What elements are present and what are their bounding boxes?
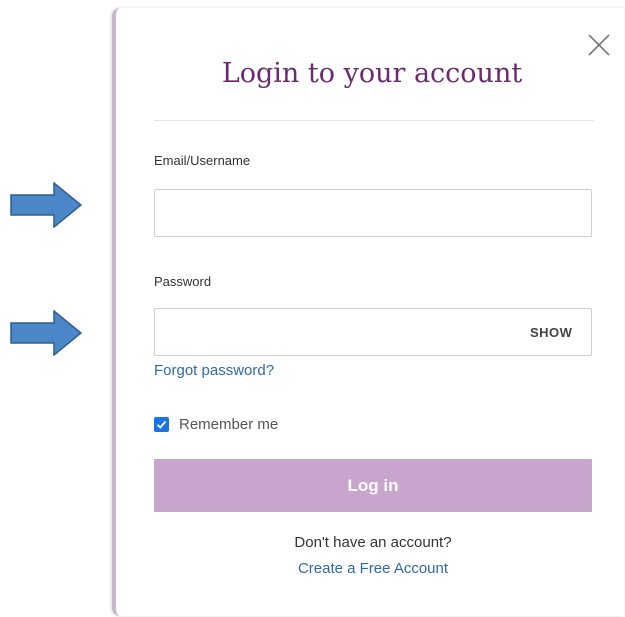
title-divider: [154, 120, 594, 121]
create-account-link[interactable]: Create a Free Account: [154, 560, 592, 577]
remember-me-row[interactable]: Remember me: [154, 416, 278, 433]
no-account-text: Don't have an account?: [294, 534, 452, 551]
email-field[interactable]: [154, 189, 592, 237]
login-modal: Login to your account Email/Username Pas…: [112, 8, 624, 616]
password-field[interactable]: [154, 308, 592, 356]
show-password-button[interactable]: SHOW: [530, 325, 572, 340]
login-button[interactable]: Log in: [154, 459, 592, 512]
right-arrow-icon: [10, 182, 82, 228]
remember-me-label: Remember me: [179, 416, 279, 433]
forgot-password-link[interactable]: Forgot password?: [154, 362, 274, 379]
password-label: Password: [154, 274, 212, 289]
modal-title: Login to your account: [221, 58, 523, 89]
right-arrow-icon: [10, 310, 82, 356]
remember-me-checkbox[interactable]: [154, 417, 169, 432]
checkmark-icon: [156, 420, 167, 429]
close-icon[interactable]: [586, 32, 612, 58]
screenshot-stage: Login to your account Email/Username Pas…: [0, 0, 625, 617]
email-label: Email/Username: [154, 153, 251, 168]
